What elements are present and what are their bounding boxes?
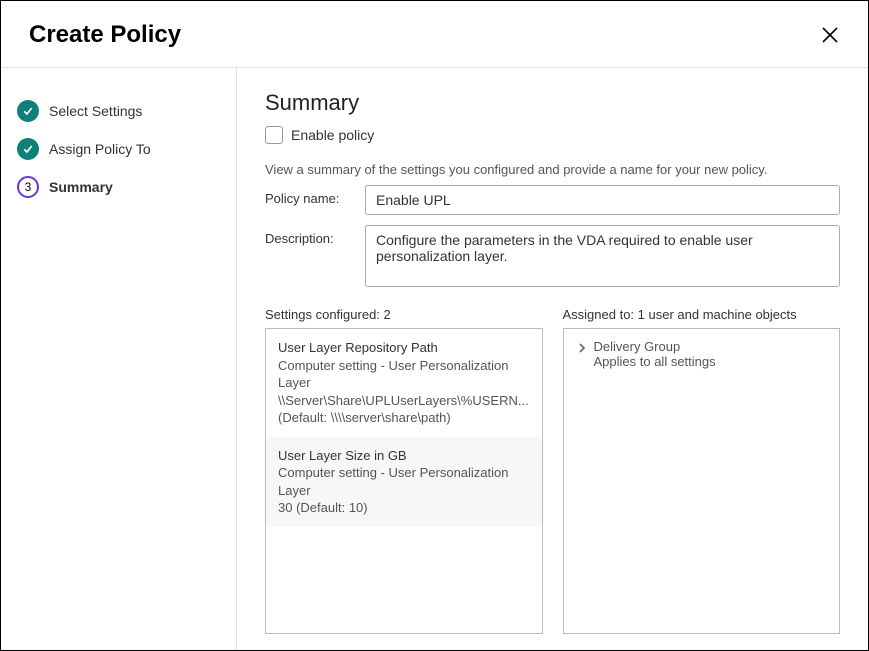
assigned-list[interactable]: Delivery Group Applies to all settings bbox=[563, 328, 841, 634]
page-heading: Summary bbox=[265, 90, 840, 116]
step-sidebar: Select Settings Assign Policy To 3 Summa… bbox=[1, 68, 237, 650]
dialog-title: Create Policy bbox=[29, 21, 181, 49]
setting-value: \\Server\Share\UPLUserLayers\%USERN... bbox=[278, 392, 530, 410]
step-label: Select Settings bbox=[49, 103, 142, 119]
setting-category: Computer setting - User Personalization … bbox=[278, 357, 530, 392]
setting-value: 30 (Default: 10) bbox=[278, 499, 530, 517]
assigned-item-text: Delivery Group Applies to all settings bbox=[594, 339, 716, 369]
setting-default: (Default: \\\\server\share\path) bbox=[278, 409, 530, 427]
close-icon bbox=[820, 25, 840, 45]
check-icon bbox=[17, 100, 39, 122]
assigned-item[interactable]: Delivery Group Applies to all settings bbox=[564, 329, 840, 379]
settings-configured-header: Settings configured: 2 bbox=[265, 307, 543, 322]
assigned-column: Assigned to: 1 user and machine objects … bbox=[563, 307, 841, 634]
description-label: Description: bbox=[265, 225, 353, 246]
description-input[interactable]: Configure the parameters in the VDA requ… bbox=[365, 225, 840, 287]
settings-list[interactable]: User Layer Repository Path Computer sett… bbox=[265, 328, 543, 634]
policy-name-input[interactable] bbox=[365, 185, 840, 215]
chevron-right-icon bbox=[576, 342, 588, 354]
helper-text: View a summary of the settings you confi… bbox=[265, 162, 840, 177]
assigned-to-header: Assigned to: 1 user and machine objects bbox=[563, 307, 841, 322]
step-summary[interactable]: 3 Summary bbox=[17, 168, 220, 206]
description-row: Description: Configure the parameters in… bbox=[265, 225, 840, 287]
setting-title: User Layer Repository Path bbox=[278, 339, 530, 357]
dialog-body: Select Settings Assign Policy To 3 Summa… bbox=[1, 68, 868, 650]
assigned-item-subtitle: Applies to all settings bbox=[594, 354, 716, 369]
policy-name-row: Policy name: bbox=[265, 185, 840, 215]
step-label: Summary bbox=[49, 179, 113, 195]
main-panel: Summary Enable policy View a summary of … bbox=[237, 68, 868, 650]
policy-name-label: Policy name: bbox=[265, 185, 353, 206]
titlebar: Create Policy bbox=[1, 1, 868, 68]
enable-policy-row: Enable policy bbox=[265, 126, 840, 144]
enable-policy-label: Enable policy bbox=[291, 127, 374, 143]
step-label: Assign Policy To bbox=[49, 141, 151, 157]
create-policy-dialog: Create Policy Select Settings Assign Pol… bbox=[0, 0, 869, 651]
assigned-item-title: Delivery Group bbox=[594, 339, 716, 354]
setting-category: Computer setting - User Personalization … bbox=[278, 464, 530, 499]
summary-columns: Settings configured: 2 User Layer Reposi… bbox=[265, 307, 840, 634]
check-icon bbox=[17, 138, 39, 160]
close-button[interactable] bbox=[820, 25, 840, 45]
step-number-icon: 3 bbox=[17, 176, 39, 198]
settings-column: Settings configured: 2 User Layer Reposi… bbox=[265, 307, 543, 634]
setting-item[interactable]: User Layer Size in GB Computer setting -… bbox=[266, 437, 542, 527]
step-select-settings[interactable]: Select Settings bbox=[17, 92, 220, 130]
setting-title: User Layer Size in GB bbox=[278, 447, 530, 465]
step-number: 3 bbox=[25, 180, 32, 194]
setting-item[interactable]: User Layer Repository Path Computer sett… bbox=[266, 329, 542, 437]
step-assign-policy-to[interactable]: Assign Policy To bbox=[17, 130, 220, 168]
enable-policy-checkbox[interactable] bbox=[265, 126, 283, 144]
